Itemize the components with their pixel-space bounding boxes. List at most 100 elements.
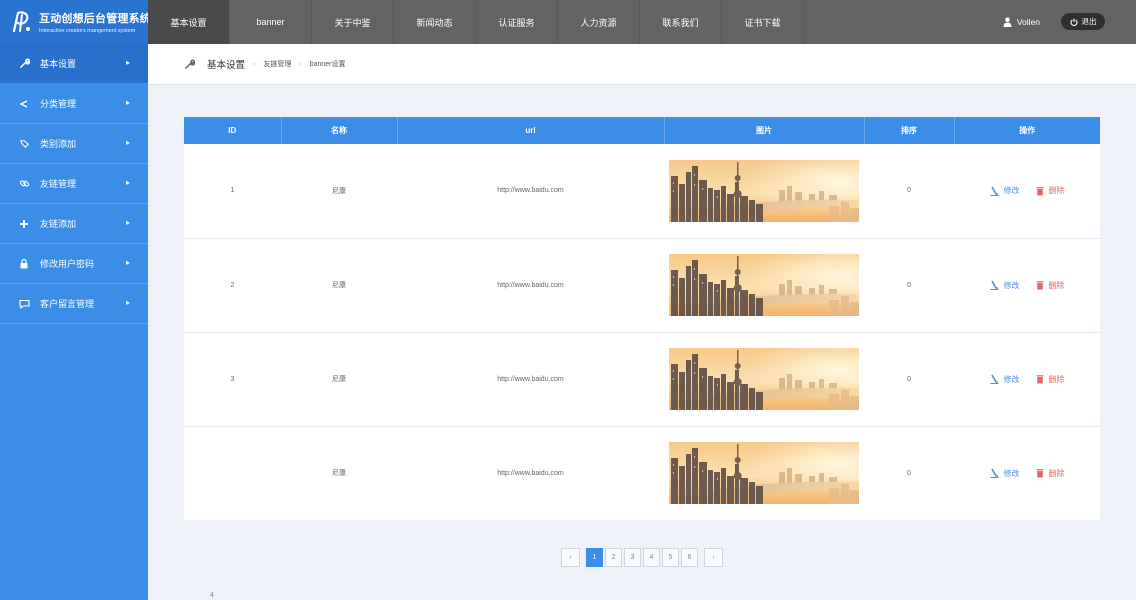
- edit-label: 修改: [1003, 374, 1020, 384]
- chevron-right-icon: ▸: [125, 138, 130, 147]
- cell-sort: 0: [907, 187, 911, 195]
- column-header-name: 名称: [281, 117, 398, 144]
- sidebar-item-label: 修改用户密码: [40, 259, 95, 269]
- logout-button[interactable]: 退出: [1061, 13, 1105, 30]
- sidebar-item-label: 基本设置: [40, 59, 77, 69]
- lock-icon: [18, 258, 30, 270]
- column-header-sort: 排序: [864, 117, 955, 144]
- tab-hr[interactable]: 人力资源: [558, 0, 640, 44]
- column-header-image: 图片: [664, 117, 865, 144]
- breadcrumb-main[interactable]: 基本设置: [207, 57, 245, 71]
- sidebar-item-category-manage[interactable]: 分类管理 ▸: [0, 84, 148, 124]
- delete-button[interactable]: 删除: [1036, 374, 1065, 385]
- delete-button[interactable]: 删除: [1036, 185, 1065, 196]
- pagination: ‹ 1 2 3 4 5 6 ›: [561, 548, 723, 567]
- tab-certificate-download[interactable]: 证书下载: [722, 0, 804, 44]
- page-button-1[interactable]: 1: [586, 548, 603, 567]
- chevron-right-icon: ›: [299, 60, 302, 68]
- chevron-right-icon: ▸: [125, 58, 130, 67]
- edit-label: 修改: [1003, 468, 1020, 478]
- cell-name: 尼康: [332, 282, 346, 289]
- user-name: Vollen: [1016, 16, 1040, 27]
- delete-label: 删除: [1048, 280, 1065, 290]
- cell-name: 尼康: [332, 470, 346, 478]
- column-header-url: url: [397, 117, 665, 144]
- page-button-3[interactable]: 3: [624, 548, 641, 567]
- plus-icon: [18, 218, 30, 230]
- banner-thumbnail: [669, 442, 859, 505]
- app-subtitle: Interactive creators mangement system: [39, 28, 136, 34]
- tab-contact[interactable]: 联系我们: [640, 0, 722, 44]
- delete-label: 删除: [1048, 186, 1065, 196]
- cell-url: http://www.baidu.com: [497, 469, 564, 477]
- cell-actions: 修改 删除: [954, 238, 1100, 332]
- cell-actions: 修改 删除: [954, 332, 1100, 426]
- logo[interactable]: 互动创想后台管理系统 Interactive creators mangemen…: [0, 0, 151, 44]
- stray-text: 4: [210, 592, 214, 599]
- cell-id: 1: [230, 187, 235, 195]
- column-header-id: ID: [184, 117, 282, 144]
- edit-label: 修改: [1003, 280, 1020, 290]
- user-icon: [1003, 16, 1012, 27]
- trash-icon: [1036, 374, 1044, 384]
- tab-about[interactable]: 关于中鉴: [312, 0, 394, 44]
- cell-actions: 修改 删除: [954, 426, 1100, 520]
- cell-url: http://www.baidu.com: [497, 375, 564, 383]
- banner-table: ID 名称 url 图片 排序 操作 1 尼康 http://www.baidu…: [184, 117, 1100, 520]
- cell-image: [664, 238, 864, 332]
- tab-basic-settings[interactable]: 基本设置: [148, 0, 230, 44]
- edit-button[interactable]: 修改: [990, 468, 1020, 479]
- edit-label: 修改: [1003, 186, 1020, 196]
- page-button-2[interactable]: 2: [605, 548, 622, 567]
- sidebar-item-category-add[interactable]: 类别添加 ▸: [0, 124, 148, 164]
- comment-icon: [18, 298, 30, 310]
- sidebar-item-label: 分类管理: [40, 99, 77, 109]
- page-button-4[interactable]: 4: [643, 548, 660, 567]
- delete-label: 删除: [1048, 374, 1065, 384]
- table-row: 尼康 http://www.baidu.com 0 修改 删除: [184, 426, 1100, 520]
- sidebar-item-link-add[interactable]: 友链添加 ▸: [0, 204, 148, 244]
- table-row: 3 尼康 http://www.baidu.com 0 修改 删除: [184, 332, 1100, 426]
- sidebar-item-basic-settings[interactable]: 基本设置 ▸: [0, 44, 148, 84]
- pencil-icon: [990, 468, 999, 479]
- breadcrumb-item[interactable]: 友链管理: [263, 59, 291, 69]
- page-button-6[interactable]: 6: [681, 548, 698, 567]
- cell-sort: 0: [907, 375, 911, 383]
- sidebar-item-messages[interactable]: 客户留言管理 ▸: [0, 284, 148, 324]
- column-header-actions: 操作: [1019, 126, 1036, 135]
- sidebar-item-change-password[interactable]: 修改用户密码 ▸: [0, 244, 148, 284]
- edit-button[interactable]: 修改: [990, 185, 1020, 196]
- user-area: Vollen 退出: [1003, 13, 1105, 30]
- app-title: 互动创想后台管理系统: [39, 13, 151, 25]
- link-icon: [18, 178, 30, 190]
- cell-id: [184, 426, 281, 520]
- sidebar-item-link-manage[interactable]: 友链管理 ▸: [0, 164, 148, 204]
- tab-news[interactable]: 新闻动态: [394, 0, 476, 44]
- pagination-prev-button[interactable]: ‹: [561, 548, 580, 567]
- edit-button[interactable]: 修改: [990, 374, 1020, 385]
- chevron-right-icon: ▸: [125, 218, 130, 227]
- page-button-5[interactable]: 5: [662, 548, 679, 567]
- sidebar-item-label: 友链添加: [40, 219, 77, 229]
- breadcrumb-item: banner设置: [309, 61, 346, 68]
- chevron-right-icon: ▸: [125, 178, 130, 187]
- power-icon: [1069, 18, 1078, 26]
- delete-button[interactable]: 删除: [1036, 280, 1065, 291]
- delete-label: 删除: [1048, 468, 1065, 478]
- pencil-icon: [990, 280, 999, 290]
- cell-image: [664, 332, 864, 426]
- cell-url: http://www.baidu.com: [497, 281, 564, 289]
- pagination-next-button[interactable]: ›: [704, 548, 723, 567]
- trash-icon: [1036, 468, 1044, 478]
- cell-name: 尼康: [332, 187, 346, 195]
- chevron-right-icon: ▸: [125, 98, 130, 107]
- delete-button[interactable]: 删除: [1036, 468, 1065, 479]
- tab-certification[interactable]: 认证服务: [476, 0, 558, 44]
- edit-button[interactable]: 修改: [990, 280, 1020, 291]
- sidebar-item-label: 类别添加: [40, 139, 77, 149]
- cell-url: http://www.baidu.com: [497, 187, 564, 195]
- logout-label: 退出: [1081, 17, 1097, 26]
- user-menu[interactable]: Vollen: [1003, 17, 1040, 27]
- tab-banner[interactable]: banner: [230, 0, 312, 44]
- chevron-right-icon: ▸: [125, 298, 130, 307]
